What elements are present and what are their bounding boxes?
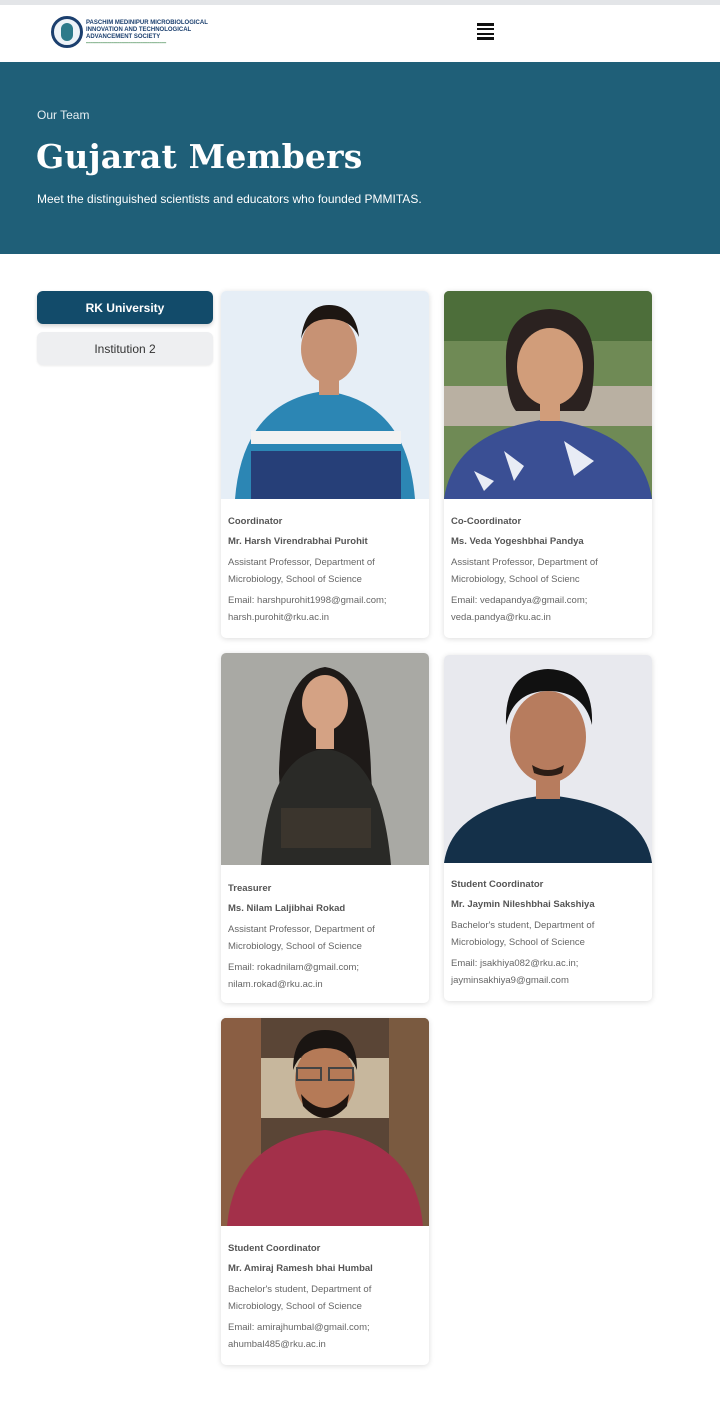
tab-rk-university[interactable]: RK University [37,291,213,324]
member-photo [221,1018,429,1226]
tab-institution-2[interactable]: Institution 2 [37,332,213,365]
page-title: Gujarat Members [36,137,363,176]
member-description: Bachelor's student, Department of Microbi… [451,920,595,948]
member-name: Ms. Nilam Laljibhai Rokad [228,903,346,914]
logo-emblem-icon [51,16,83,48]
member-photo [444,655,652,863]
member-name: Mr. Amiraj Ramesh bhai Humbal [228,1263,373,1274]
member-photo [221,291,429,499]
member-email: Email: harshpurohit1998@gmail.com; harsh.… [228,595,387,623]
member-name: Ms. Veda Yogeshbhai Pandya [451,536,584,547]
logo-tagline: ━━━━━━━━━━━━━━━━━━━━━━━━━━━━━━━━━━━━━━ [86,40,167,45]
member-role: Co-Coordinator [451,516,522,527]
member-name: Mr. Jaymin Nileshbhai Sakshiya [451,899,595,910]
member-role: Coordinator [228,516,283,527]
site-logo[interactable]: PASCHIM MEDINIPUR MICROBIOLOGICAL INNOVA… [51,16,208,48]
hero-banner: Our Team Gujarat Members Meet the distin… [0,62,720,254]
member-role: Treasurer [228,883,272,894]
member-role: Student Coordinator [451,879,544,890]
member-description: Bachelor's student, Department of Microbi… [228,1284,372,1312]
member-card: Treasurer Ms. Nilam Laljibhai Rokad Assi… [221,653,429,1003]
member-photo [221,653,429,865]
member-role: Student Coordinator [228,1243,321,1254]
member-photo [444,291,652,499]
logo-line-3: ADVANCEMENT SOCIETY [86,33,161,40]
member-card: Student Coordinator Mr. Amiraj Ramesh bh… [221,1018,429,1365]
logo-line-1: PASCHIM MEDINIPUR MICROBIOLOGICAL [86,19,208,26]
member-description: Assistant Professor, Department of Microb… [228,557,375,585]
member-card: Student Coordinator Mr. Jaymin Nileshbha… [444,655,652,1001]
member-email: Email: vedapandya@gmail.com; veda.pandya@… [451,595,588,623]
navbar: PASCHIM MEDINIPUR MICROBIOLOGICAL INNOVA… [0,5,720,62]
member-name: Mr. Harsh Virendrabhai Purohit [228,536,368,547]
hero-subtitle: Meet the distinguished scientists and ed… [37,192,422,206]
member-email: Email: rokadnilam@gmail.com; nilam.rokad@… [228,962,360,990]
hamburger-menu-icon[interactable] [477,23,494,40]
member-card: Coordinator Mr. Harsh Virendrabhai Puroh… [221,291,429,638]
member-email: Email: jsakhiya082@rku.ac.in; jayminsakhi… [451,958,579,986]
logo-wordmark: PASCHIM MEDINIPUR MICROBIOLOGICAL INNOVA… [86,19,208,45]
member-description: Assistant Professor, Department of Microb… [451,557,598,585]
hero-eyebrow: Our Team [37,108,90,122]
logo-line-2: INNOVATION AND TECHNOLOGICAL [86,26,192,33]
member-card: Co-Coordinator Ms. Veda Yogeshbhai Pandy… [444,291,652,638]
member-email: Email: amirajhumbal@gmail.com; ahumbal485… [228,1322,370,1350]
member-description: Assistant Professor, Department of Microb… [228,924,375,952]
